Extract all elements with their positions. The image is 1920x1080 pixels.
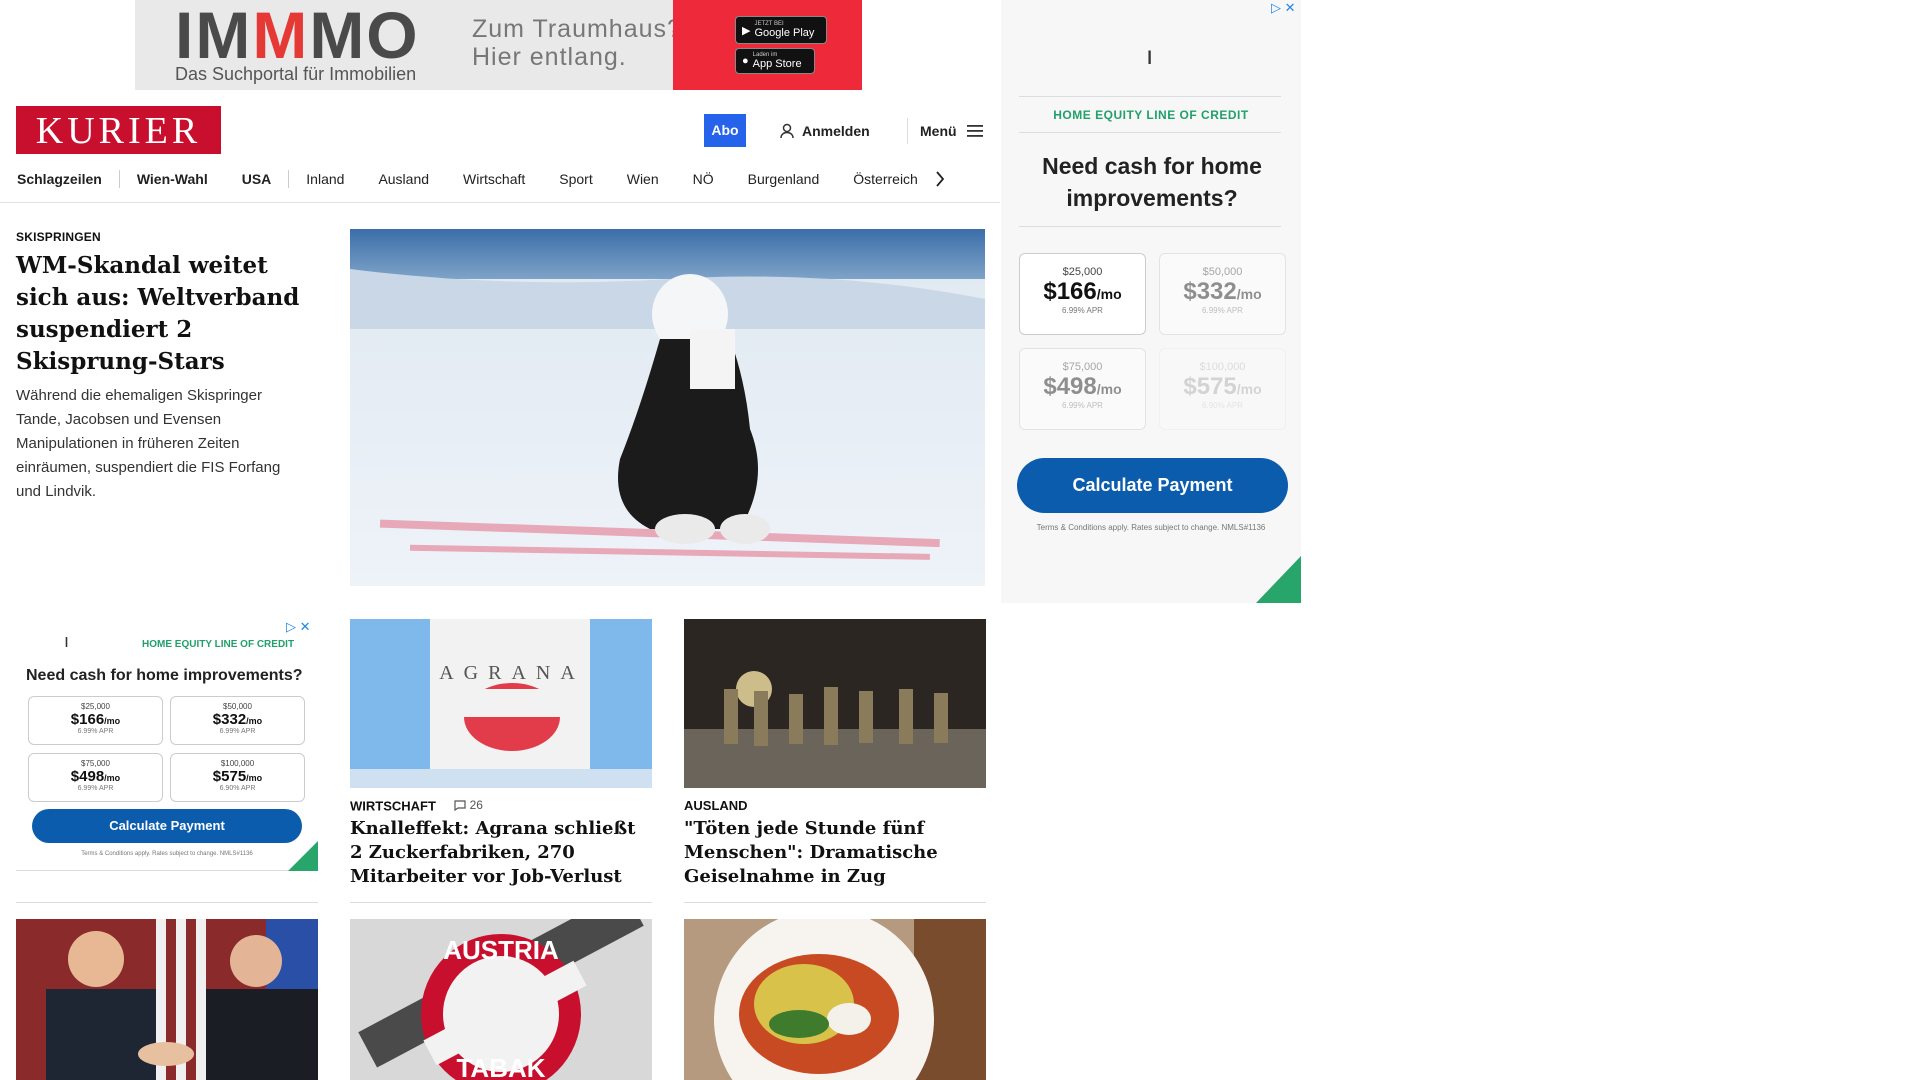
nav-item-ausland[interactable]: Ausland xyxy=(361,171,446,187)
tabak-bottom-text: TABAK xyxy=(456,1053,545,1080)
ski-jumper-photo xyxy=(350,229,985,586)
card-kicker[interactable]: AUSLAND xyxy=(684,798,748,813)
nav-item-schlagzeilen[interactable]: Schlagzeilen xyxy=(17,171,119,187)
menu-button[interactable]: Menü xyxy=(907,118,983,144)
apple-icon: ● xyxy=(742,55,749,67)
calculate-payment-button[interactable]: Calculate Payment xyxy=(1017,458,1288,513)
loan-option[interactable]: $50,000 $332/mo 6.99% APR xyxy=(1159,253,1286,335)
login-label: Anmelden xyxy=(802,123,870,139)
lead-kicker[interactable]: SKISPRINGEN xyxy=(16,230,101,244)
loan-option[interactable]: $100,000 $575/mo 6.90% APR xyxy=(170,753,305,802)
user-icon xyxy=(780,123,794,139)
sidebar-ad[interactable]: ▷ ✕ ı HOME EQUITY LINE OF CREDIT Need ca… xyxy=(1001,0,1301,603)
immmo-logo: IMMMO xyxy=(175,0,420,72)
abo-button[interactable]: Abo xyxy=(704,114,746,147)
hostage-train-image[interactable] xyxy=(684,619,986,788)
loan-option[interactable]: $25,000 $166/mo 6.99% APR xyxy=(1019,253,1146,335)
calculate-payment-button[interactable]: Calculate Payment xyxy=(32,809,302,843)
loan-option[interactable]: $50,000 $332/mo 6.99% APR xyxy=(170,696,305,745)
lead-headline[interactable]: WM-Skandal weitet sich aus: Weltverband … xyxy=(16,250,316,378)
app-store-badge[interactable]: ● Laden im App Store xyxy=(735,48,815,74)
menu-label: Menü xyxy=(920,123,957,139)
card-headline[interactable]: Knalleffekt: Agrana schließt 2 Zuckerfab… xyxy=(350,817,652,889)
ad-subtitle: Das Suchportal für Immobilien xyxy=(175,64,417,84)
lender-logo-icon: ı xyxy=(64,631,70,651)
card-divider xyxy=(350,902,652,903)
ad-tagline: Zum Traumhaus? Hier entlang. xyxy=(472,15,682,71)
loan-option[interactable]: $100,000 $575/mo 6.90% APR xyxy=(1159,348,1286,430)
trump-putin-image[interactable] xyxy=(16,919,318,1080)
ad-store-panel: ▶ JETZT BEI Google Play ● Laden im App Sto… xyxy=(673,0,862,90)
nav-item-usa[interactable]: USA xyxy=(225,171,289,187)
nav-divider-line xyxy=(0,202,1000,203)
agrana-image[interactable]: AGRANA xyxy=(350,619,652,788)
ad-question: Need cash for home improvements? xyxy=(26,667,303,684)
lender-logo-icon: ı xyxy=(1146,40,1154,70)
loan-option[interactable]: $25,000 $166/mo 6.99% APR xyxy=(28,696,163,745)
ad-terms: Terms & Conditions apply. Rates subject … xyxy=(1036,523,1266,532)
ad-rule xyxy=(1019,96,1281,97)
category-nav: Schlagzeilen Wien-Wahl USA Inland Auslan… xyxy=(17,166,1002,192)
ad-rule xyxy=(1019,132,1281,133)
ad-category: HOME EQUITY LINE OF CREDIT xyxy=(1053,108,1249,122)
comment-icon xyxy=(453,799,466,811)
inline-ad[interactable]: ▷ ✕ ı HOME EQUITY LINE OF CREDIT Need ca… xyxy=(16,619,318,871)
nav-item-inland[interactable]: Inland xyxy=(289,171,361,187)
ad-rule xyxy=(1019,226,1281,227)
ad-corner-decoration xyxy=(1256,556,1301,603)
lead-image[interactable] xyxy=(350,229,985,586)
kurier-logo[interactable]: KURIER xyxy=(16,106,221,154)
ad-category: HOME EQUITY LINE OF CREDIT xyxy=(142,639,295,650)
nav-item-noe[interactable]: NÖ xyxy=(676,171,731,187)
ad-terms: Terms & Conditions apply. Rates subject … xyxy=(81,851,253,857)
login-button[interactable]: Anmelden xyxy=(780,118,870,144)
nav-item-wien-wahl[interactable]: Wien-Wahl xyxy=(120,171,225,187)
loan-option[interactable]: $75,000 $498/mo 6.99% APR xyxy=(1019,348,1146,430)
hamburger-icon xyxy=(966,125,983,137)
ad-choices-icon[interactable]: ▷ ✕ xyxy=(1271,0,1296,16)
comment-count[interactable]: 26 xyxy=(453,798,483,812)
card-kicker[interactable]: WIRTSCHAFT 26 xyxy=(350,798,483,814)
agrana-logo-text: AGRANA xyxy=(439,662,585,684)
play-icon: ▶ xyxy=(742,24,751,37)
tabak-top-text: AUSTRIA xyxy=(443,935,559,965)
ad-choices-icon[interactable]: ▷ ✕ xyxy=(286,619,311,635)
nav-item-burgenland[interactable]: Burgenland xyxy=(731,171,837,187)
nav-item-oesterreich[interactable]: Österreich xyxy=(836,171,935,187)
loan-option[interactable]: $75,000 $498/mo 6.99% APR xyxy=(28,753,163,802)
nav-item-wien[interactable]: Wien xyxy=(610,171,676,187)
card-divider xyxy=(684,902,986,903)
food-image[interactable] xyxy=(684,919,986,1080)
nav-item-wirtschaft[interactable]: Wirtschaft xyxy=(446,171,542,187)
austria-tabak-image[interactable]: AUSTRIA TABAK xyxy=(350,919,652,1080)
card-headline[interactable]: "Töten jede Stunde fünf Menschen": Drama… xyxy=(684,817,986,889)
google-play-badge[interactable]: ▶ JETZT BEI Google Play xyxy=(735,16,827,44)
chevron-right-icon[interactable] xyxy=(935,171,945,187)
lead-teaser[interactable]: Während die ehemaligen Skispringer Tande… xyxy=(16,384,306,504)
nav-item-sport[interactable]: Sport xyxy=(542,171,609,187)
ad-question: Need cash for home improvements? xyxy=(1042,153,1262,211)
ad-corner-decoration xyxy=(288,841,318,871)
card-divider xyxy=(16,902,318,903)
top-banner-ad[interactable]: IMMMO Das Suchportal für Immobilien Zum … xyxy=(135,0,862,90)
